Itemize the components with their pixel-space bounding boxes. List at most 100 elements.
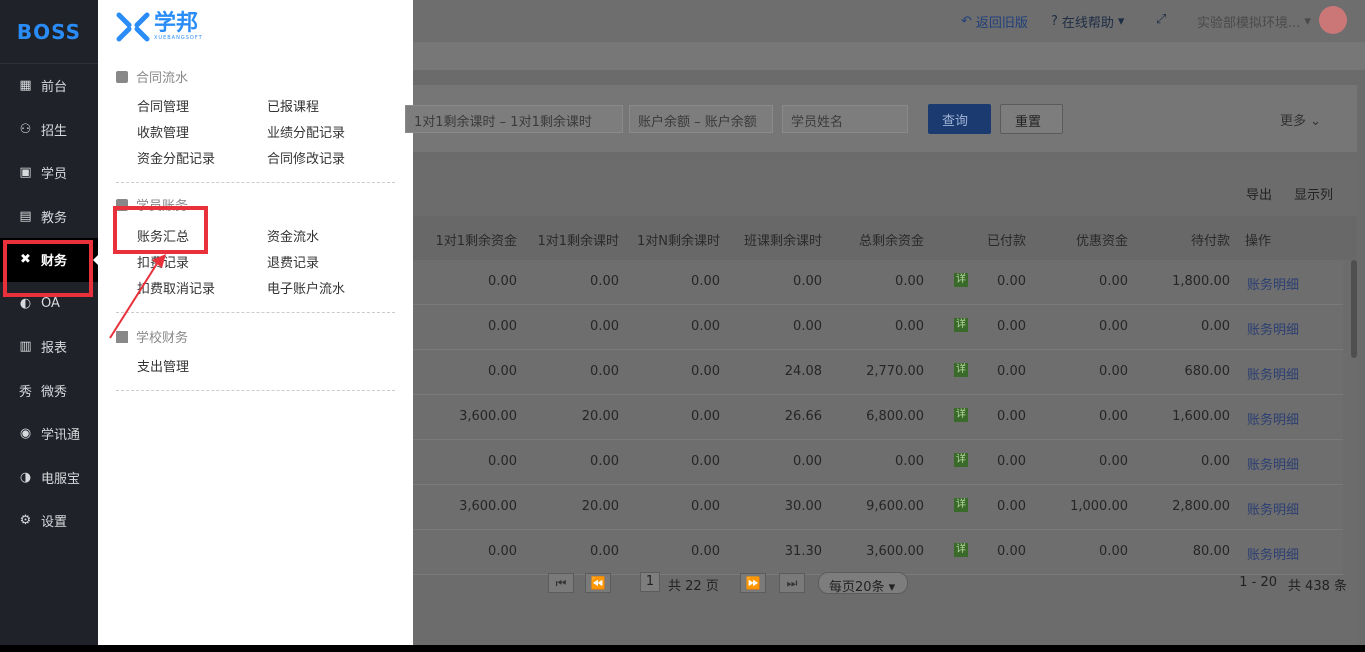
header-paid: 已付款 [986,234,1026,249]
sidebar-item-1[interactable]: ⚇ 招生 [0,108,98,152]
detail-icon[interactable]: 详 [954,498,968,512]
detail-icon[interactable]: 详 [954,273,968,287]
menu-link[interactable]: 电子账户流水 [267,278,345,297]
header-operation: 操作 [1245,234,1272,249]
table-cell: 1,000.00 [1070,499,1128,514]
first-page-button[interactable]: ⏮ [548,573,574,593]
table-cell: 3,600.00 [459,499,517,514]
detail-icon[interactable]: 详 [954,318,968,332]
table-cell: 0.00 [691,274,720,289]
table-cell: 2,770.00 [866,364,924,379]
page-input[interactable]: 1 [640,572,660,592]
table-cell: 0.00 [997,544,1026,559]
sidebar-item-label: 招生 [41,123,68,139]
menu-link[interactable]: 支出管理 [137,356,189,375]
table-scrollbar[interactable] [1351,260,1357,358]
detail-icon[interactable]: 详 [954,408,968,422]
table-cell: 0.00 [1099,544,1128,559]
sidebar-item-0[interactable]: ▦ 前台 [0,64,98,108]
table-cell: 0.00 [997,454,1026,469]
sidebar-item-label: 前台 [41,80,68,96]
student-name-input[interactable]: 学员姓名 [782,105,908,133]
menu-link[interactable]: 合同管理 [137,96,189,115]
table-tools: 导出 显示列 [1246,184,1333,203]
table-cell: 3,600.00 [866,544,924,559]
tab-strip [413,42,1365,70]
account-detail-link[interactable]: 账务明细 [1247,499,1299,518]
sidebar-item-9[interactable]: ◑ 电服宝 [0,456,98,500]
show-icon: 秀 [18,384,32,400]
per-page-select[interactable]: 每页20条 ▾ [818,572,908,595]
one-to-one-hours-range[interactable]: 1对1剩余课时 – 1对1剩余课时 [405,105,623,133]
menu-link[interactable]: 资金流水 [267,226,319,245]
gear-icon: ⚙ [19,513,32,529]
table-cell: 0.00 [895,454,924,469]
menu-link[interactable]: 资金分配记录 [137,148,215,167]
detail-icon[interactable]: 详 [954,543,968,557]
columns-button[interactable]: 显示列 [1294,184,1333,203]
sidebar-item-8[interactable]: ◉ 学讯通 [0,412,98,456]
account-detail-link[interactable]: 账务明细 [1247,319,1299,338]
table-cell: 3,600.00 [459,409,517,424]
table-cell: 26.66 [784,409,822,424]
table-cell: 0.00 [691,319,720,334]
header-class-hours: 班课剩余课时 [743,234,822,249]
table-cell: 0.00 [488,454,517,469]
table-cell: 0.00 [488,319,517,334]
more-filters[interactable]: 更多 ⌄ [1280,110,1321,129]
table-cell: 0.00 [793,274,822,289]
detail-icon[interactable]: 详 [954,363,968,377]
query-button[interactable]: 查询 [928,104,991,134]
prev-page-button[interactable]: ⏪ [585,573,611,593]
table-cell: 0.00 [691,454,720,469]
sidebar-item-2[interactable]: ▣ 学员 [0,151,98,195]
next-page-button[interactable]: ⏩ [740,573,766,593]
table-cell: 2,800.00 [1172,499,1230,514]
account-menu[interactable]: 实验部模拟环境... ▾ [1197,12,1311,31]
sidebar-item-label: 教务 [41,210,68,226]
menu-link[interactable]: 退费记录 [267,252,319,271]
chevron-down-icon: ⌄ [1310,114,1321,129]
header-1v1-funds: 1对1剩余资金 [435,234,517,249]
account-detail-link[interactable]: 账务明细 [1247,544,1299,563]
account-detail-link[interactable]: 账务明细 [1247,364,1299,383]
sidebar-item-7[interactable]: 秀微秀 [0,369,98,413]
student-icon: ▣ [19,165,32,181]
pagination: ⏮ ⏪ 1 共 22 页 ⏩ ⏭ 每页20条 ▾ 1 - 20 共 438 条 [413,565,1357,605]
table-cell: 0.00 [1201,319,1230,334]
table-row: 0.00 0.00 0.00 0.00 0.00 0.00 0.00 1,800.00 详 账务明… [413,260,1343,305]
location-icon: ◉ [19,426,32,442]
table-cell: 30.00 [784,499,822,514]
table-cell: 0.00 [691,364,720,379]
table-cell: 6,800.00 [866,409,924,424]
annotation-arrow [109,254,166,339]
sidebar-item-6[interactable]: ▥ 报表 [0,325,98,369]
account-detail-link[interactable]: 账务明细 [1247,409,1299,428]
menu-link[interactable]: 合同修改记录 [267,148,345,167]
menu-link[interactable]: 业绩分配记录 [267,122,345,141]
fullscreen-icon[interactable]: ⤢ [1156,12,1166,27]
sidebar-item-10[interactable]: ⚙ 设置 [0,499,98,543]
menu-link[interactable]: 已报课程 [267,96,319,115]
chart-icon: ▥ [19,339,32,355]
account-detail-link[interactable]: 账务明细 [1247,454,1299,473]
back-old-version[interactable]: ↶ 返回旧版 [961,12,1028,31]
sidebar-item-label: 学讯通 [41,428,81,444]
table-cell: 0.00 [590,274,619,289]
sidebar-item-3[interactable]: ▤ 教务 [0,195,98,239]
avatar[interactable] [1319,6,1347,34]
online-help[interactable]: ? 在线帮助 ▾ [1051,12,1124,31]
menu-link[interactable]: 收款管理 [137,122,189,141]
table-cell: 0.00 [997,409,1026,424]
balance-range[interactable]: 账户余额 – 账户余额 [629,105,773,133]
table-cell: 0.00 [1099,364,1128,379]
last-page-button[interactable]: ⏭ [779,573,805,593]
reset-button[interactable]: 重置 [1000,104,1063,134]
detail-icon[interactable]: 详 [954,453,968,467]
table-cell: 0.00 [997,364,1026,379]
table-cell: 0.00 [590,454,619,469]
account-detail-link[interactable]: 账务明细 [1247,274,1299,293]
export-button[interactable]: 导出 [1246,184,1272,203]
table-cell: 0.00 [793,454,822,469]
table-cell: 80.00 [1192,544,1230,559]
